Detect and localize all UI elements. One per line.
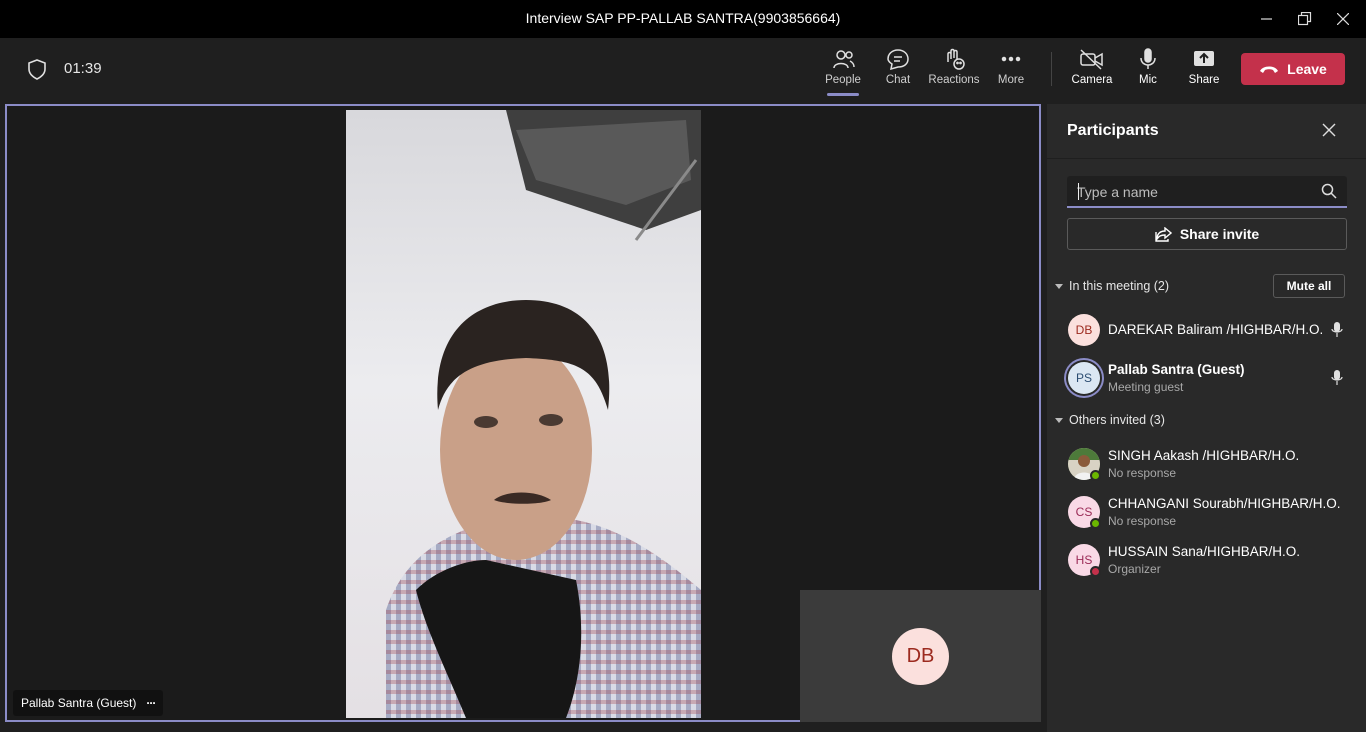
search-input[interactable] (1077, 182, 1307, 202)
chat-button[interactable]: Chat (870, 48, 926, 98)
camera-label: Camera (1071, 74, 1113, 86)
invited-row[interactable]: SINGH Aakash /HIGHBAR/H.O. No response (1067, 444, 1357, 484)
others-invited-section-toggle[interactable]: Others invited (3) (1055, 413, 1165, 427)
close-window-button[interactable] (1320, 0, 1366, 38)
participant-name: SINGH Aakash /HIGHBAR/H.O. (1108, 448, 1300, 463)
chat-label: Chat (885, 74, 911, 86)
invited-row[interactable]: CS CHHANGANI Sourabh/HIGHBAR/H.O. No res… (1067, 492, 1357, 532)
participant-name: CHHANGANI Sourabh/HIGHBAR/H.O. (1108, 496, 1341, 511)
teams-meeting-window: Interview SAP PP-PALLAB SANTRA(990385666… (0, 0, 1366, 732)
collapse-caret-icon (1055, 283, 1063, 289)
participant-video-frame (386, 110, 701, 718)
meeting-timer: 01:39 (64, 60, 102, 77)
close-icon (1322, 123, 1336, 137)
minimize-icon (1261, 18, 1272, 20)
participant-name: Pallab Santra (Guest) (1108, 362, 1245, 377)
busy-status-icon (1090, 566, 1101, 577)
participant-name: HUSSAIN Sana/HIGHBAR/H.O. (1108, 544, 1301, 559)
collapse-caret-icon (1055, 417, 1063, 423)
camera-off-icon (1080, 49, 1103, 70)
toolbar-divider (1051, 52, 1052, 86)
hang-up-icon (1260, 66, 1279, 73)
invited-row[interactable]: HS HUSSAIN Sana/HIGHBAR/H.O. Organizer (1067, 540, 1357, 580)
search-icon[interactable] (1321, 183, 1337, 199)
mic-icon (1140, 48, 1156, 69)
participant-role: Organizer (1108, 562, 1161, 576)
leave-button[interactable]: Leave (1241, 53, 1345, 85)
in-meeting-section-toggle[interactable]: In this meeting (2) (1055, 279, 1169, 293)
panel-divider (1047, 158, 1366, 159)
share-invite-button[interactable]: Share invite (1067, 218, 1347, 250)
reactions-button[interactable]: Reactions (926, 48, 982, 98)
name-tag-more-button[interactable]: ··· (146, 696, 156, 710)
mute-all-button[interactable]: Mute all (1273, 274, 1345, 298)
close-icon (1337, 13, 1349, 25)
participant-row[interactable]: DB DAREKAR Baliram /HIGHBAR/H.O. (1067, 310, 1357, 350)
self-view-tile[interactable]: DB (800, 590, 1041, 722)
participant-name-tag: Pallab Santra (Guest) ··· (13, 690, 164, 716)
self-view-avatar: DB (892, 628, 949, 685)
participant-row[interactable]: PS Pallab Santra (Guest) Meeting guest (1067, 358, 1357, 398)
more-button[interactable]: More (983, 48, 1039, 98)
text-caret (1078, 183, 1079, 200)
participant-name: DAREKAR Baliram /HIGHBAR/H.O. (1108, 322, 1324, 337)
participants-panel: Participants Share invite In this meetin… (1047, 104, 1366, 732)
mic-icon (1331, 370, 1343, 385)
close-panel-button[interactable] (1321, 122, 1339, 140)
share-button[interactable]: Share (1176, 48, 1232, 98)
participant-search[interactable] (1067, 176, 1347, 208)
participant-role: Meeting guest (1108, 380, 1184, 394)
people-active-indicator (827, 93, 859, 96)
available-status-icon (1090, 518, 1101, 529)
share-invite-icon (1155, 226, 1172, 242)
avatar: PS (1068, 362, 1100, 394)
participant-response: No response (1108, 514, 1177, 528)
more-label: More (997, 74, 1025, 86)
participant-name: Pallab Santra (Guest) (21, 696, 137, 710)
participant-video (346, 110, 701, 718)
leave-label: Leave (1287, 61, 1327, 77)
participant-response: No response (1108, 466, 1177, 480)
mic-icon (1331, 322, 1343, 337)
shield-icon (26, 58, 48, 85)
meeting-toolbar: 01:39 People Chat Reactions More Camera … (0, 38, 1366, 102)
others-invited-label: Others invited (3) (1069, 413, 1165, 427)
people-label: People (825, 74, 861, 86)
in-meeting-label: In this meeting (2) (1069, 279, 1170, 293)
restore-icon (1298, 12, 1312, 26)
chat-icon (887, 49, 909, 70)
people-button[interactable]: People (815, 48, 871, 98)
panel-title: Participants (1067, 122, 1159, 139)
share-invite-label: Share invite (1179, 226, 1260, 242)
reactions-icon (947, 48, 965, 70)
people-icon (833, 50, 855, 69)
camera-button[interactable]: Camera (1064, 48, 1120, 98)
reactions-label: Reactions (928, 74, 980, 86)
mic-label: Mic (1139, 74, 1157, 86)
avatar: DB (1068, 314, 1100, 346)
available-status-icon (1090, 470, 1101, 481)
window-title: Interview SAP PP-PALLAB SANTRA(990385666… (525, 10, 841, 26)
share-screen-icon (1194, 51, 1214, 66)
mic-button[interactable]: Mic (1120, 48, 1176, 98)
title-bar: Interview SAP PP-PALLAB SANTRA(990385666… (0, 0, 1366, 38)
share-label: Share (1188, 74, 1220, 86)
more-icon (1001, 56, 1021, 62)
